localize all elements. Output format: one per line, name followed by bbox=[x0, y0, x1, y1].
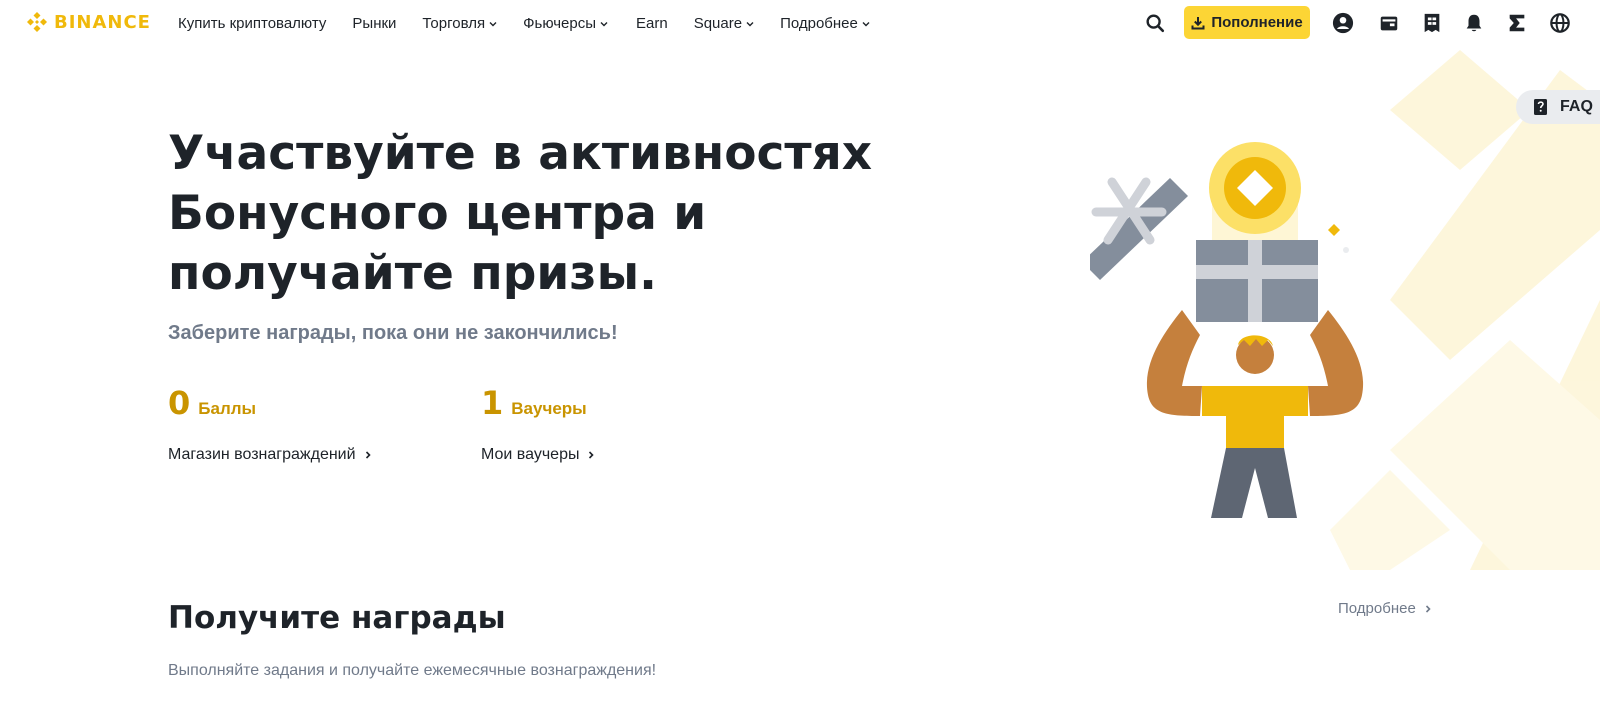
hero-title: Участвуйте в активностях Бонусного центр… bbox=[168, 126, 873, 301]
hero-subtitle: Заберите награды, пока они не закончилис… bbox=[168, 322, 618, 344]
chevron-right-icon bbox=[365, 451, 371, 459]
section-title: Получите награды bbox=[168, 600, 506, 636]
nav-label: Подробнее bbox=[780, 14, 858, 32]
orders-icon[interactable] bbox=[1420, 11, 1444, 35]
bell-icon[interactable] bbox=[1462, 11, 1486, 35]
chevron-right-icon bbox=[589, 451, 595, 459]
search-icon[interactable] bbox=[1143, 11, 1167, 35]
faq-button[interactable]: FAQ bbox=[1516, 90, 1600, 124]
my-vouchers-label: Мои ваучеры bbox=[481, 446, 580, 463]
points-stat: 0 Баллы bbox=[168, 384, 256, 422]
more-link-label: Подробнее bbox=[1338, 600, 1416, 617]
nav-markets[interactable]: Рынки bbox=[352, 15, 396, 32]
deposit-label: Пополнение bbox=[1211, 14, 1303, 31]
my-vouchers-link[interactable]: Мои ваучеры bbox=[481, 446, 595, 464]
wallet-icon[interactable] bbox=[1377, 11, 1401, 35]
rewards-store-link[interactable]: Магазин вознаграждений bbox=[168, 446, 372, 464]
nav-label: Square bbox=[693, 14, 743, 32]
binance-logo-icon bbox=[27, 12, 47, 32]
nav-label: Фьючерсы bbox=[523, 14, 597, 32]
nav-trade[interactable]: Торговля bbox=[422, 15, 497, 32]
user-icon[interactable] bbox=[1331, 11, 1355, 35]
binance-logo[interactable]: BINANCE bbox=[25, 10, 151, 34]
more-link[interactable]: Подробнее bbox=[1338, 600, 1432, 617]
points-value: 0 bbox=[168, 384, 191, 422]
section-subtitle: Выполняйте задания и получайте ежемесячн… bbox=[168, 662, 657, 679]
faq-label: FAQ bbox=[1560, 98, 1593, 115]
points-label: Баллы bbox=[198, 399, 257, 418]
chevron-right-icon bbox=[1425, 604, 1431, 613]
chevron-down-icon bbox=[489, 21, 497, 26]
nav-buy-crypto[interactable]: Купить криптовалюту bbox=[178, 15, 326, 32]
chevron-down-icon bbox=[600, 21, 608, 26]
faq-book-icon bbox=[1534, 99, 1547, 115]
vouchers-value: 1 bbox=[481, 384, 504, 422]
rewards-store-label: Магазин вознаграждений bbox=[168, 446, 356, 463]
nav-label: Торговля bbox=[422, 14, 486, 32]
deposit-button[interactable]: Пополнение bbox=[1184, 6, 1310, 39]
nav-label: Рынки bbox=[352, 14, 397, 32]
top-nav-bar: BINANCE Купить криптовалюту Рынки Торгов… bbox=[0, 0, 1600, 46]
nav-square[interactable]: Square bbox=[694, 15, 754, 32]
main-nav: Купить криптовалюту Рынки Торговля Фьюче… bbox=[178, 0, 870, 46]
gift-person-illustration bbox=[1090, 142, 1364, 518]
chevron-down-icon bbox=[862, 21, 870, 26]
globe-icon[interactable] bbox=[1548, 11, 1572, 35]
nav-more[interactable]: Подробнее bbox=[780, 15, 870, 32]
nav-earn[interactable]: Earn bbox=[636, 15, 668, 32]
nav-label: Купить криптовалюту bbox=[178, 14, 327, 32]
download-app-icon[interactable] bbox=[1505, 11, 1529, 35]
vouchers-label: Ваучеры bbox=[511, 399, 587, 418]
nav-futures[interactable]: Фьючерсы bbox=[523, 15, 608, 32]
nav-label: Earn bbox=[636, 14, 668, 32]
vouchers-stat: 1 Ваучеры bbox=[481, 384, 587, 422]
logo-text: BINANCE bbox=[54, 11, 151, 33]
chevron-down-icon bbox=[746, 21, 754, 26]
download-arrow-icon bbox=[1191, 16, 1205, 29]
